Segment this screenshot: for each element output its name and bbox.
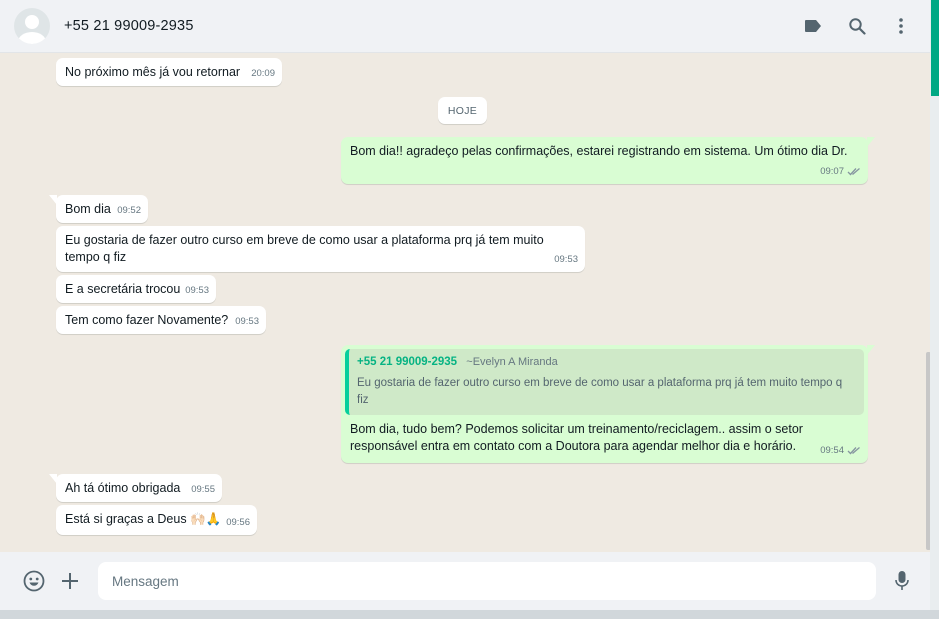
message-bubble-incoming[interactable]: E a secretária trocou 09:53 (56, 275, 216, 303)
accent-strip (931, 0, 939, 96)
message-bubble-incoming[interactable]: Tem como fazer Novamente? 09:53 (56, 306, 266, 334)
label-icon[interactable] (800, 13, 826, 39)
message-time: 09:52 (117, 205, 141, 216)
message-input[interactable] (98, 562, 876, 600)
message-composer (0, 552, 930, 610)
message-text: E a secretária trocou (65, 282, 181, 296)
message-time: 09:53 (185, 285, 209, 296)
message-text: Bom dia, tudo bem? Podemos solicitar um … (350, 422, 803, 453)
message-text: Ah tá ótimo obrigada (65, 481, 181, 495)
header-actions (800, 13, 916, 39)
message-text: Eu gostaria de fazer outro curso em brev… (65, 233, 544, 264)
message-text: No próximo mês já vou retornar (65, 65, 241, 79)
quoted-text: Eu gostaria de fazer outro curso em brev… (357, 377, 843, 406)
message-bubble-incoming[interactable]: Bom dia 09:52 (49, 195, 148, 223)
message-time: 09:53 (554, 254, 578, 265)
message-time: 09:53 (235, 316, 259, 327)
message-time: 09:07 (820, 166, 844, 177)
message-bubble-incoming[interactable]: No próximo mês já vou retornar 20:09 (56, 58, 282, 86)
quoted-message[interactable]: +55 21 99009-2935 ~Evelyn A Miranda Eu g… (345, 349, 864, 415)
attach-plus-icon[interactable] (56, 567, 84, 595)
message-text: Bom dia!! agradeço pelas confirmações, e… (350, 144, 848, 158)
window-bottom-edge (0, 610, 939, 619)
read-check-icon (847, 447, 860, 455)
contact-name[interactable]: +55 21 99009-2935 (64, 18, 194, 34)
message-time: 09:55 (191, 484, 215, 495)
message-bubble-incoming[interactable]: Está si graças a Deus 🙌🏻🙏 09:56 (56, 505, 257, 535)
microphone-icon[interactable] (888, 567, 916, 595)
message-time: 09:56 (226, 517, 250, 528)
message-text: Tem como fazer Novamente? (65, 313, 229, 327)
read-check-icon (847, 168, 860, 176)
search-icon[interactable] (844, 13, 870, 39)
emoji-icon[interactable] (20, 567, 48, 595)
quoted-pushname: ~Evelyn A Miranda (466, 356, 558, 368)
message-meta: 09:07 (820, 163, 861, 180)
message-time: 20:09 (251, 68, 275, 79)
message-bubble-incoming[interactable]: Ah tá ótimo obrigada 09:55 (49, 474, 222, 502)
message-text: Bom dia (65, 202, 111, 216)
message-meta: 09:54 (820, 442, 861, 459)
side-panel-edge (930, 0, 939, 619)
message-time: 09:54 (820, 445, 844, 456)
message-text: Está si graças a Deus 🙌🏻🙏 (65, 512, 222, 526)
message-pane[interactable]: No próximo mês já vou retornar 20:09 HOJ… (0, 53, 930, 552)
contact-avatar[interactable] (14, 8, 50, 44)
date-divider: HOJE (438, 97, 487, 124)
menu-dots-icon[interactable] (888, 13, 914, 39)
chat-header: +55 21 99009-2935 (0, 0, 930, 53)
message-bubble-outgoing-reply[interactable]: +55 21 99009-2935 ~Evelyn A Miranda Eu g… (341, 345, 875, 463)
message-bubble-outgoing[interactable]: Bom dia!! agradeço pelas confirmações, e… (341, 137, 875, 184)
quoted-author: +55 21 99009-2935 (357, 356, 458, 368)
message-bubble-incoming[interactable]: Eu gostaria de fazer outro curso em brev… (56, 226, 585, 272)
